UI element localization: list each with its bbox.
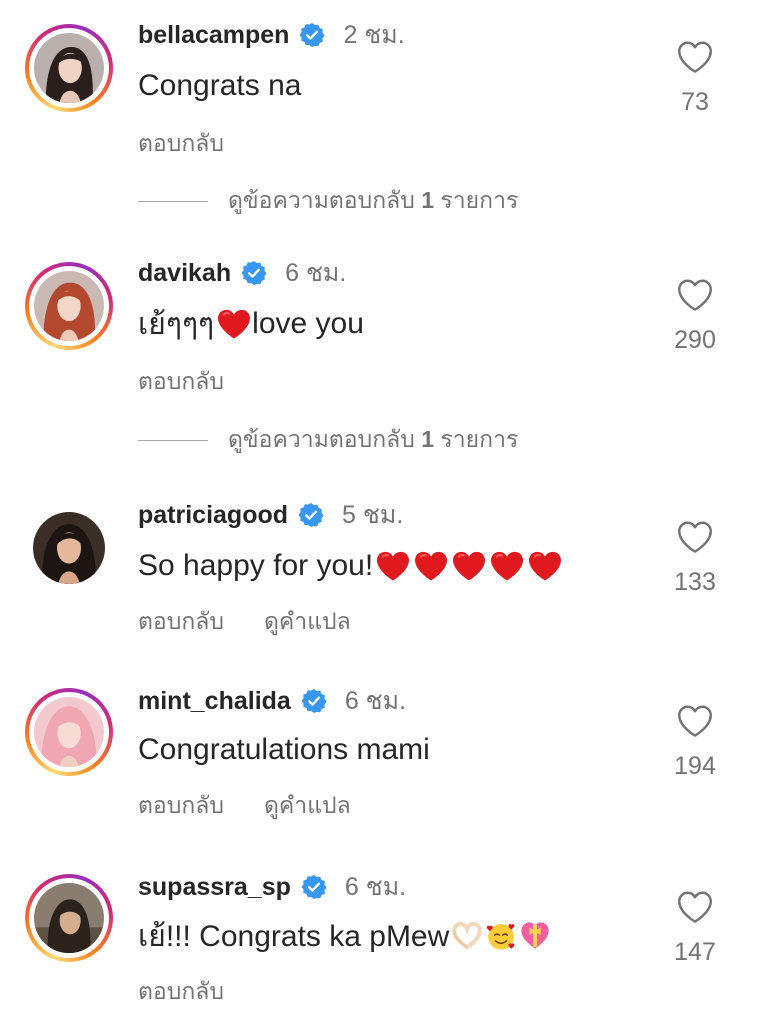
comment-text-content: So happy for you! xyxy=(138,549,374,582)
see-translation-button[interactable]: ดูคำแปล xyxy=(264,788,351,824)
comment-item: davikah 6 ชม. เย้ๆๆๆ love you ตอบกลับ 29… xyxy=(0,252,770,394)
heart-with-ribbon-emoji xyxy=(521,922,549,949)
avatar[interactable] xyxy=(33,512,105,584)
verified-badge-icon xyxy=(301,874,327,900)
divider-line xyxy=(138,200,208,202)
reply-button[interactable]: ตอบกลับ xyxy=(138,604,224,640)
comment-text-content: Congratulations mami xyxy=(138,733,430,766)
comment-text: Congrats na xyxy=(138,66,301,106)
heart-hands-emoji xyxy=(452,921,483,950)
like-control: 194 xyxy=(660,704,730,781)
smiling-face-with-hearts-emoji xyxy=(487,924,515,950)
username[interactable]: supassra_sp xyxy=(138,873,291,902)
comment-time: 5 ชม. xyxy=(342,501,404,529)
like-control: 73 xyxy=(660,40,730,117)
comment-time: 6 ชม. xyxy=(344,873,407,901)
reply-button[interactable]: ตอบกลับ xyxy=(138,126,224,162)
username[interactable]: mint_chalida xyxy=(138,687,291,716)
comment-text: So happy for you! xyxy=(138,546,563,586)
avatar[interactable] xyxy=(34,271,104,341)
comment-time: 6 ชม. xyxy=(285,259,347,287)
like-control: 147 xyxy=(660,890,730,967)
red-heart-emoji xyxy=(489,550,525,582)
like-count: 133 xyxy=(674,568,716,596)
avatar-story-ring[interactable] xyxy=(25,24,113,112)
comment-time: 6 ชม. xyxy=(344,687,407,715)
red-heart-emoji xyxy=(413,550,449,582)
heart-outline-icon[interactable] xyxy=(677,890,713,924)
comment-text-content: เย้ๆๆๆ xyxy=(138,307,215,341)
heart-outline-icon[interactable] xyxy=(677,40,713,74)
reply-button[interactable]: ตอบกลับ xyxy=(138,364,224,400)
avatar[interactable] xyxy=(34,883,104,953)
avatar-story-ring[interactable] xyxy=(25,874,113,962)
avatar[interactable] xyxy=(34,697,104,767)
comment-text-content: Congrats na xyxy=(138,69,302,102)
avatar-story-ring[interactable] xyxy=(25,688,113,776)
username[interactable]: patriciagood xyxy=(138,501,288,530)
view-replies-label: ดูข้อความตอบกลับ 1 รายการ xyxy=(228,187,519,213)
comment-item: supassra_sp 6 ชม. เย้!!! Congrats ka pMe… xyxy=(0,866,770,1006)
red-heart-emoji xyxy=(216,308,252,340)
see-translation-button[interactable]: ดูคำแปล xyxy=(264,604,351,640)
comment-text-content: เย้!!! Congrats ka pMew xyxy=(138,919,450,953)
divider-line xyxy=(138,439,208,441)
like-control: 133 xyxy=(660,520,730,597)
comment-text: เย้ๆๆๆ love you xyxy=(138,304,364,344)
heart-outline-icon[interactable] xyxy=(677,704,713,738)
heart-outline-icon[interactable] xyxy=(677,520,713,554)
view-replies-button[interactable]: ดูข้อความตอบกลับ 1 รายการ xyxy=(138,186,518,216)
reply-button[interactable]: ตอบกลับ xyxy=(138,974,224,1010)
username[interactable]: bellacampen xyxy=(138,21,289,50)
like-control: 290 xyxy=(660,278,730,355)
comment-text: เย้!!! Congrats ka pMew xyxy=(138,916,551,956)
username[interactable]: davikah xyxy=(138,259,231,288)
red-heart-emoji xyxy=(375,550,411,582)
comment-item: patriciagood 5 ชม. So happy for you! ตอบ… xyxy=(0,494,770,634)
comment-item: mint_chalida 6 ชม. Congratulations mami … xyxy=(0,680,770,820)
verified-badge-icon xyxy=(301,688,327,714)
like-count: 194 xyxy=(674,752,716,780)
red-heart-emoji xyxy=(451,550,487,582)
avatar-story-ring[interactable] xyxy=(25,262,113,350)
heart-outline-icon[interactable] xyxy=(677,278,713,312)
comment-item: bellacampen 2 ชม. Congrats na ตอบกลับ 73 xyxy=(0,14,770,156)
comment-text: Congratulations mami xyxy=(138,730,430,770)
comment-text-content-end: love you xyxy=(252,307,364,340)
view-replies-button[interactable]: ดูข้อความตอบกลับ 1 รายการ xyxy=(138,425,518,455)
like-count: 147 xyxy=(674,938,716,966)
like-count: 290 xyxy=(674,326,716,354)
like-count: 73 xyxy=(681,88,709,116)
avatar[interactable] xyxy=(34,33,104,103)
reply-button[interactable]: ตอบกลับ xyxy=(138,788,224,824)
red-heart-emoji xyxy=(527,550,563,582)
avatar-ring[interactable] xyxy=(25,504,113,592)
verified-badge-icon xyxy=(298,502,324,528)
verified-badge-icon xyxy=(241,260,267,286)
comment-time: 2 ชม. xyxy=(343,21,405,49)
verified-badge-icon xyxy=(299,22,325,48)
view-replies-label: ดูข้อความตอบกลับ 1 รายการ xyxy=(228,426,519,452)
